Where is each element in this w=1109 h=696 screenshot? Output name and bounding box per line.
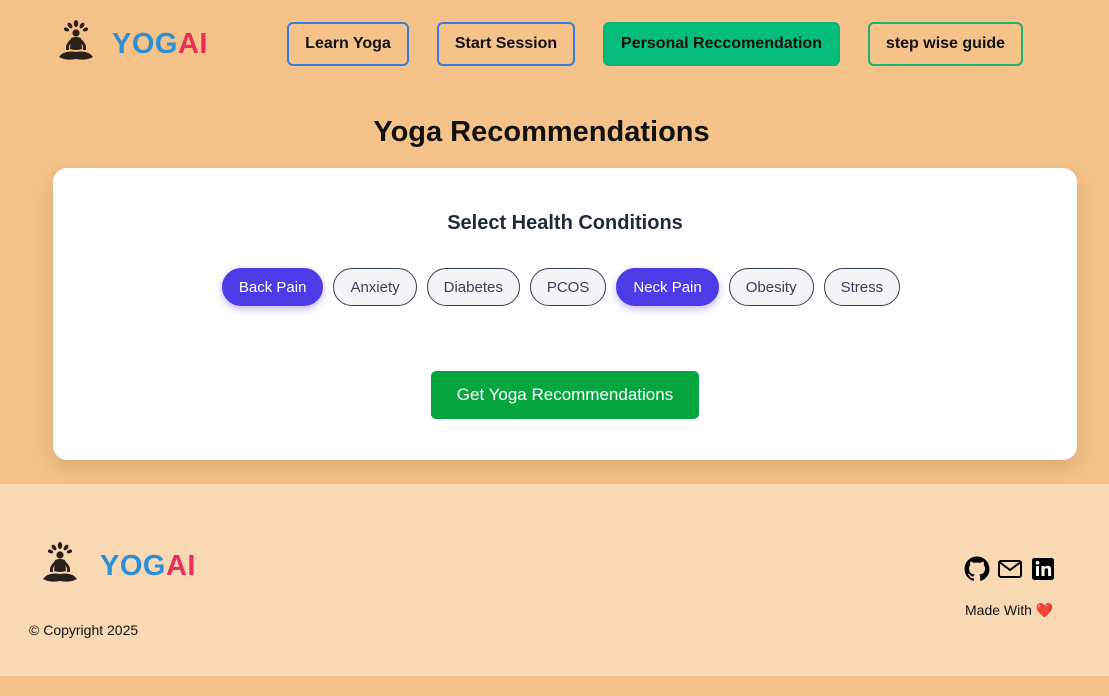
nav-personal-recommendation-button[interactable]: Personal Reccomendation — [603, 22, 840, 66]
footer-logo[interactable]: YOGAI — [40, 542, 196, 591]
meditation-icon — [56, 20, 96, 69]
linkedin-icon[interactable] — [1030, 556, 1056, 582]
github-icon[interactable] — [964, 556, 990, 582]
nav-step-wise-guide-button[interactable]: step wise guide — [868, 22, 1023, 66]
nav-start-session-button[interactable]: Start Session — [437, 22, 575, 66]
header: YOGAI Learn Yoga Start Session Personal … — [0, 0, 1109, 90]
chip-back-pain[interactable]: Back Pain — [221, 268, 324, 306]
logo-text: YOGAI — [100, 550, 196, 582]
condition-chip-list: Back Pain Anxiety Diabetes PCOS Neck Pai… — [53, 268, 1077, 306]
chip-pcos[interactable]: PCOS — [529, 268, 607, 306]
social-links — [964, 556, 1056, 582]
chip-obesity[interactable]: Obesity — [728, 268, 814, 306]
recommendation-card: Select Health Conditions Back Pain Anxie… — [53, 168, 1077, 460]
mail-icon[interactable] — [997, 556, 1023, 582]
made-with-text: Made With ❤️ — [965, 602, 1053, 619]
logo-text: YOGAI — [112, 28, 208, 60]
meditation-icon — [40, 542, 80, 591]
header-logo[interactable]: YOGAI — [56, 20, 208, 69]
chip-neck-pain[interactable]: Neck Pain — [616, 268, 719, 306]
footer: YOGAI © Copyright 2025 Made With ❤️ — [0, 484, 1109, 676]
nav-learn-yoga-button[interactable]: Learn Yoga — [287, 22, 409, 66]
card-heading: Select Health Conditions — [447, 212, 683, 234]
made-with-label: Made With — [965, 602, 1032, 618]
chip-diabetes[interactable]: Diabetes — [426, 268, 520, 306]
chip-stress[interactable]: Stress — [823, 268, 901, 306]
get-recommendations-button[interactable]: Get Yoga Recommendations — [431, 371, 699, 419]
page-title: Yoga Recommendations — [373, 116, 710, 148]
chip-anxiety[interactable]: Anxiety — [333, 268, 417, 306]
heart-icon: ❤️ — [1035, 602, 1054, 618]
copyright-text: © Copyright 2025 — [29, 622, 139, 638]
